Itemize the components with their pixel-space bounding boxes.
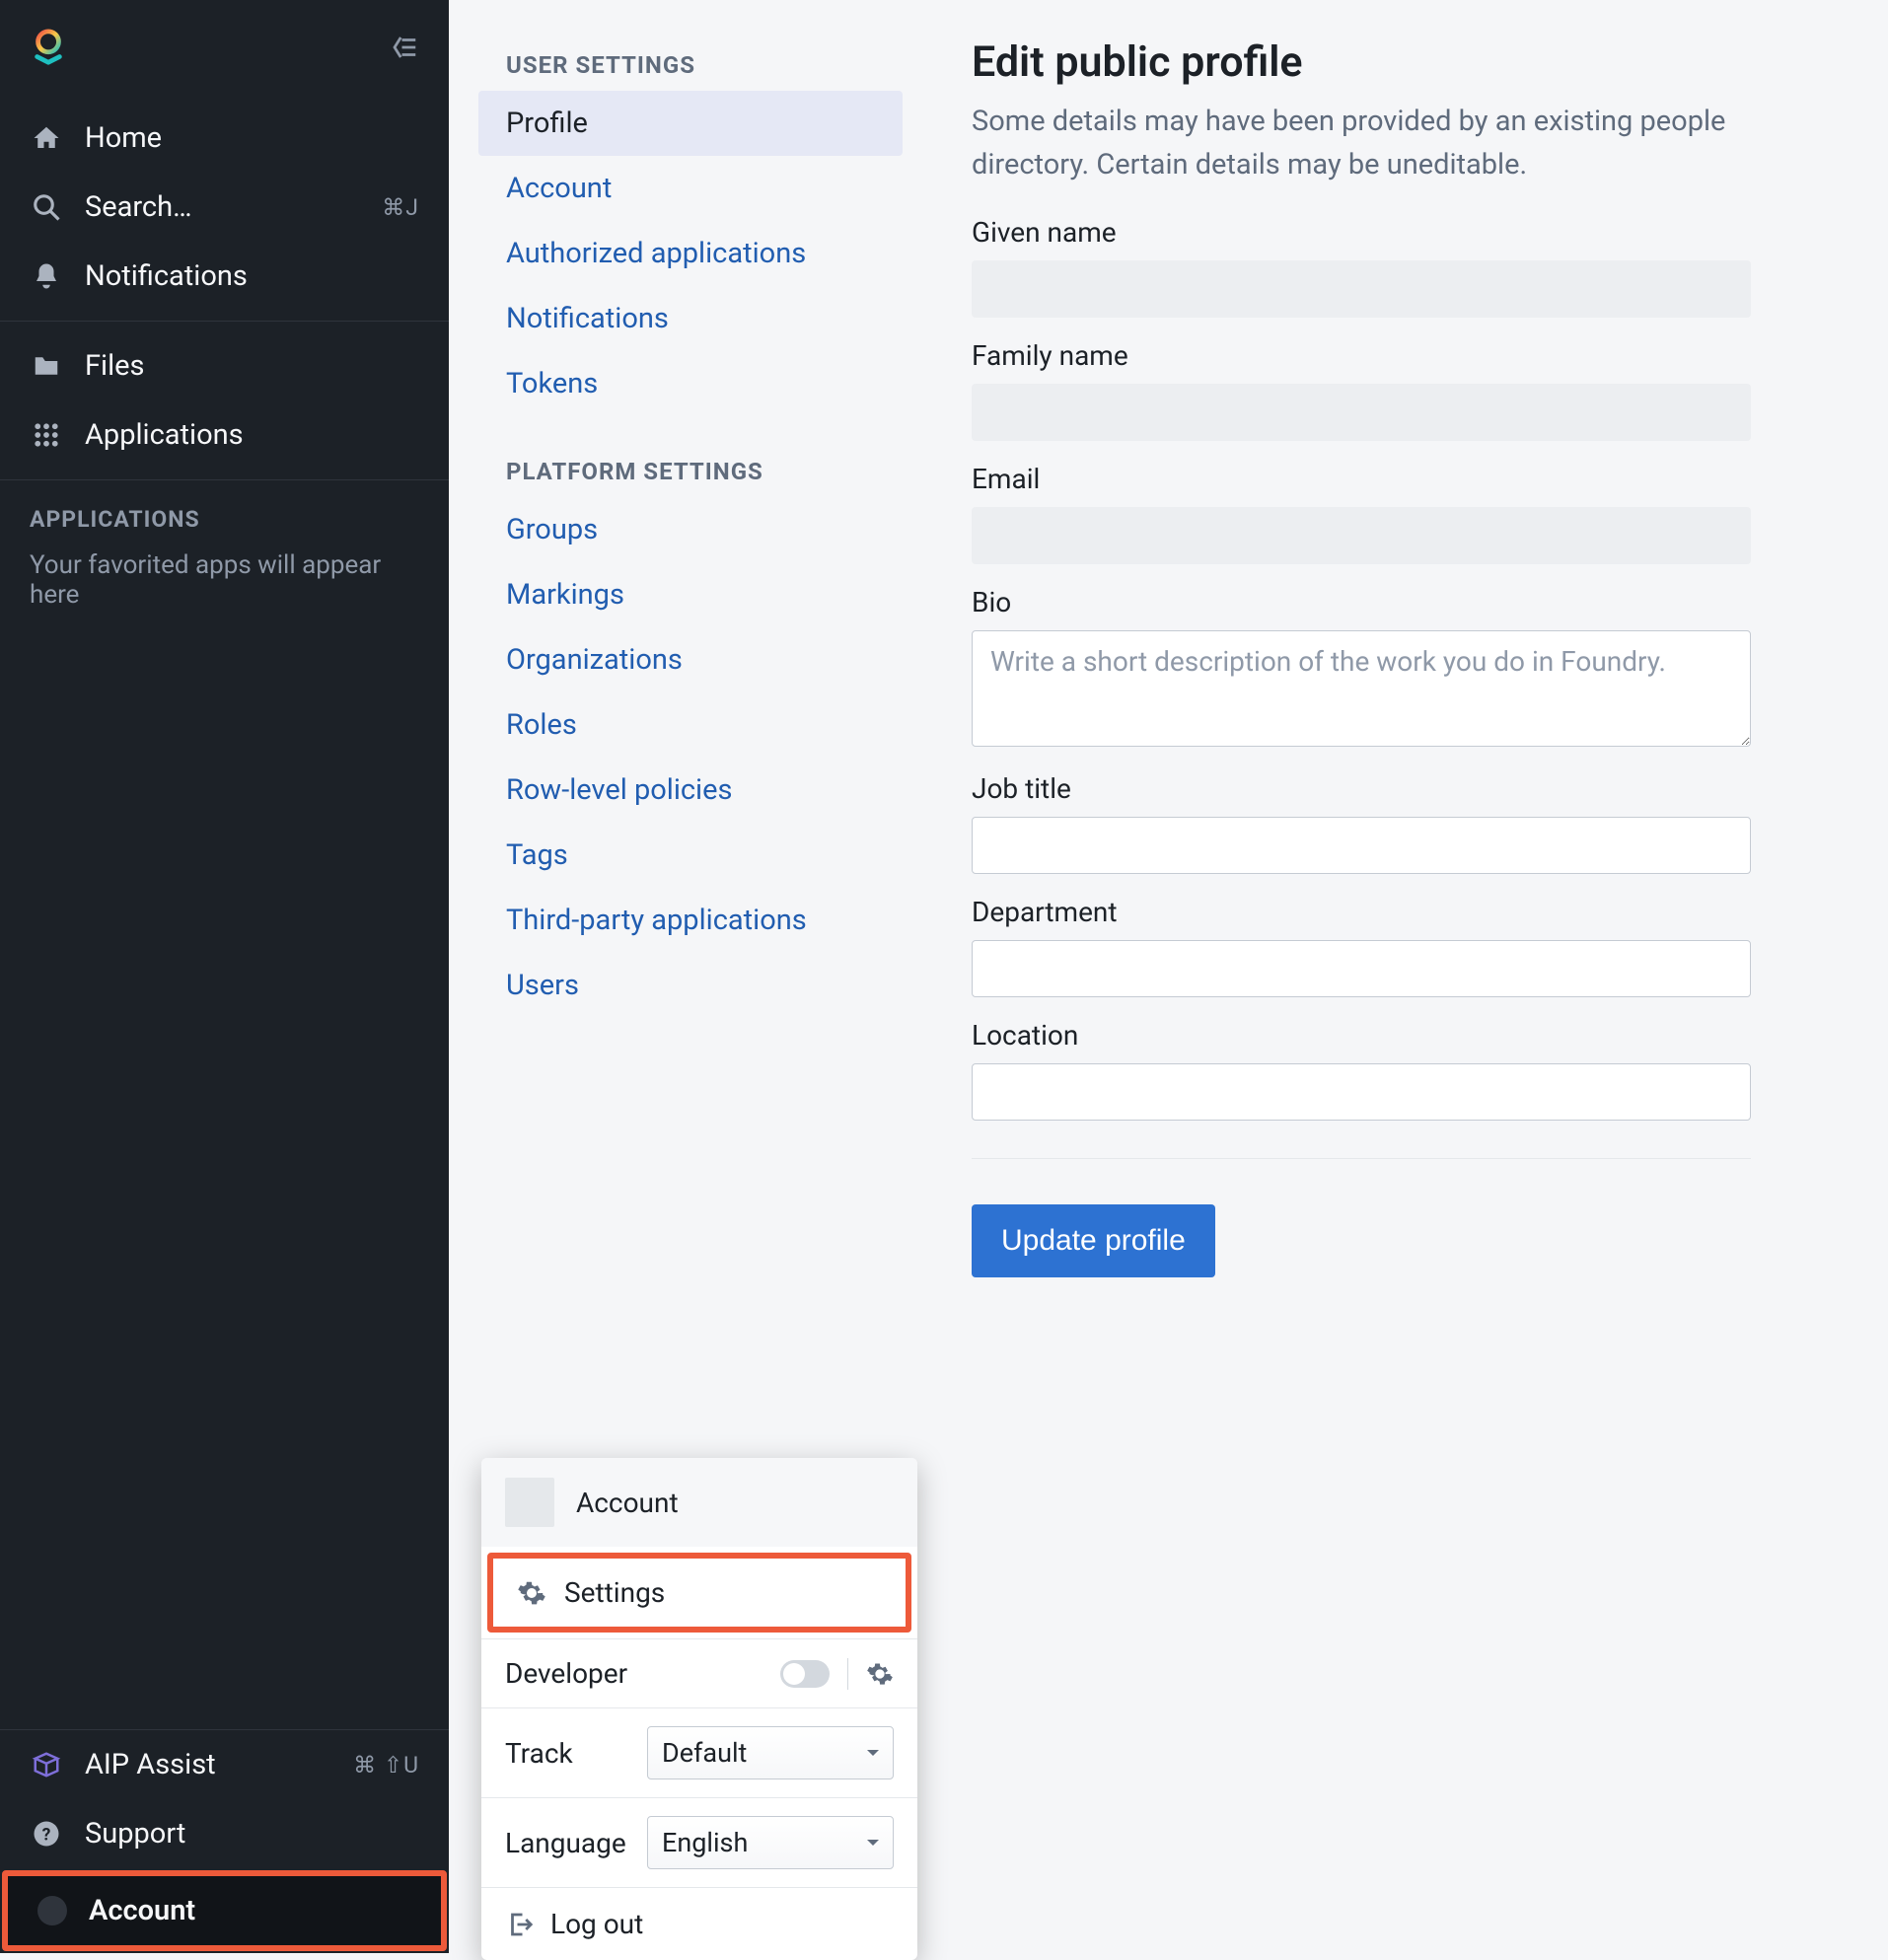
divider — [847, 1658, 848, 1690]
nav-home[interactable]: Home — [0, 104, 449, 173]
apps-empty-text: Your favorited apps will appear here — [30, 550, 419, 610]
page-title: Edit public profile — [972, 37, 1751, 87]
language-value: English — [662, 1827, 748, 1858]
apps-grid-icon — [30, 418, 63, 452]
department-label: Department — [972, 896, 1751, 928]
developer-toggle[interactable] — [780, 1660, 830, 1688]
subnav-users[interactable]: Users — [478, 953, 903, 1018]
nav-applications-label: Applications — [85, 418, 244, 452]
nav-search-kbd: ⌘J — [382, 194, 419, 221]
popover-track-row: Track Default — [481, 1707, 917, 1797]
apps-header: APPLICATIONS — [30, 506, 419, 533]
help-icon: ? — [30, 1817, 63, 1851]
svg-text:?: ? — [42, 1825, 51, 1845]
nav-applications[interactable]: Applications — [0, 400, 449, 470]
subnav-account[interactable]: Account — [478, 156, 903, 221]
nav-account-label: Account — [89, 1894, 195, 1927]
subnav-tokens[interactable]: Tokens — [478, 351, 903, 416]
subnav-notifications[interactable]: Notifications — [478, 286, 903, 351]
nav-search-label: Search… — [85, 190, 191, 224]
popover-language-row: Language English — [481, 1797, 917, 1887]
popover-developer-row: Developer — [481, 1638, 917, 1707]
subnav-groups[interactable]: Groups — [478, 497, 903, 562]
nav-notifications[interactable]: Notifications — [0, 242, 449, 311]
bio-label: Bio — [972, 586, 1751, 618]
popover-language-label: Language — [505, 1827, 626, 1859]
given-name-label: Given name — [972, 216, 1751, 249]
developer-gear-icon[interactable] — [866, 1660, 894, 1688]
subnav-third-party-applications[interactable]: Third-party applications — [478, 888, 903, 953]
language-select[interactable]: English — [647, 1816, 894, 1869]
separator — [972, 1158, 1751, 1159]
nav-support-label: Support — [85, 1817, 185, 1851]
nav-account[interactable]: Account — [2, 1870, 447, 1951]
aip-icon — [30, 1748, 63, 1781]
app-logo[interactable] — [30, 29, 67, 66]
home-icon — [30, 121, 63, 155]
email-label: Email — [972, 463, 1751, 495]
page-subtitle: Some details may have been provided by a… — [972, 101, 1751, 186]
nav-files[interactable]: Files — [0, 331, 449, 400]
location-label: Location — [972, 1019, 1751, 1052]
sidebar: Home Search… ⌘J Notifications Files Appl… — [0, 0, 449, 1953]
popover-settings-label: Settings — [564, 1576, 665, 1609]
nav-files-label: Files — [85, 349, 144, 383]
caret-down-icon — [867, 1840, 879, 1851]
popover-settings[interactable]: Settings — [487, 1553, 911, 1633]
job-title-input[interactable] — [972, 817, 1751, 874]
popover-track-label: Track — [505, 1737, 573, 1770]
location-input[interactable] — [972, 1063, 1751, 1121]
subnav-authorized-applications[interactable]: Authorized applications — [478, 221, 903, 286]
bell-icon — [30, 259, 63, 293]
subnav-organizations[interactable]: Organizations — [478, 627, 903, 692]
job-title-label: Job title — [972, 772, 1751, 805]
nav-aip-kbd: ⌘ ⇧U — [353, 1752, 419, 1779]
sidebar-footer: AIP Assist ⌘ ⇧U ? Support Account — [0, 1729, 449, 1953]
favorited-apps: APPLICATIONS Your favorited apps will ap… — [0, 480, 449, 635]
logout-icon — [505, 1910, 535, 1939]
nav-support[interactable]: ? Support — [0, 1799, 449, 1868]
collapse-sidebar-icon[interactable] — [390, 33, 419, 62]
nav-search[interactable]: Search… ⌘J — [0, 173, 449, 242]
account-popover: Account Settings Developer Track Default… — [481, 1458, 917, 1960]
family-name-label: Family name — [972, 339, 1751, 372]
department-input[interactable] — [972, 940, 1751, 997]
sidebar-header — [0, 0, 449, 94]
popover-developer-label: Developer — [505, 1657, 627, 1690]
popover-logout-label: Log out — [550, 1908, 643, 1940]
popover-header: Account — [481, 1458, 917, 1547]
search-icon — [30, 190, 63, 224]
popover-title: Account — [576, 1487, 679, 1519]
track-select[interactable]: Default — [647, 1726, 894, 1779]
popover-logout[interactable]: Log out — [481, 1887, 917, 1960]
subnav-row-level-policies[interactable]: Row-level policies — [478, 758, 903, 823]
email-input — [972, 507, 1751, 564]
user-settings-header: USER SETTINGS — [478, 39, 932, 91]
nav-home-label: Home — [85, 121, 162, 155]
update-profile-button[interactable]: Update profile — [972, 1204, 1215, 1277]
subnav-profile[interactable]: Profile — [478, 91, 903, 156]
gear-icon — [517, 1578, 546, 1608]
caret-down-icon — [867, 1750, 879, 1762]
subnav-tags[interactable]: Tags — [478, 823, 903, 888]
nav-primary: Home Search… ⌘J Notifications — [0, 94, 449, 322]
subnav-roles[interactable]: Roles — [478, 692, 903, 758]
bio-textarea[interactable] — [972, 630, 1751, 747]
nav-secondary: Files Applications — [0, 322, 449, 480]
subnav-markings[interactable]: Markings — [478, 562, 903, 627]
nav-aip-label: AIP Assist — [85, 1748, 216, 1781]
folder-icon — [30, 349, 63, 383]
nav-aip-assist[interactable]: AIP Assist ⌘ ⇧U — [0, 1730, 449, 1799]
main-content: Edit public profile Some details may hav… — [932, 0, 1790, 1953]
avatar-icon — [37, 1896, 67, 1925]
family-name-input — [972, 384, 1751, 441]
platform-settings-header: PLATFORM SETTINGS — [478, 446, 932, 497]
track-value: Default — [662, 1737, 747, 1769]
nav-notifications-label: Notifications — [85, 259, 248, 293]
given-name-input — [972, 260, 1751, 318]
popover-avatar — [505, 1478, 554, 1527]
